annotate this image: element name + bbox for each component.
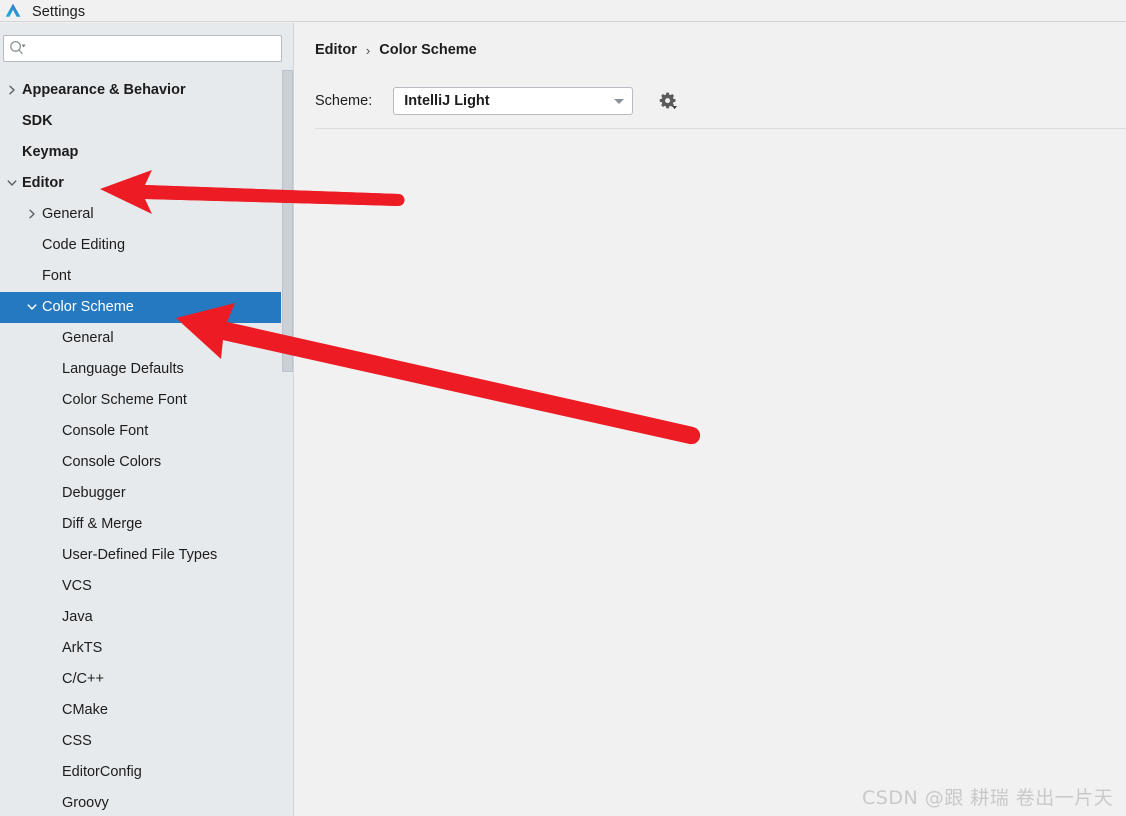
csdn-watermark: CSDN @跟 耕瑞 卷出一片天 <box>862 787 1114 809</box>
chevron-down-icon[interactable] <box>606 88 632 114</box>
search-input[interactable] <box>3 35 282 62</box>
sidebar-item-label: C/C++ <box>62 671 104 688</box>
sidebar-item-label: Appearance & Behavior <box>22 82 186 99</box>
sidebar-item-label: Code Editing <box>42 237 126 254</box>
sidebar-item-label: VCS <box>62 578 92 595</box>
scheme-settings-gear-button[interactable] <box>657 90 679 112</box>
sidebar-item-vcs[interactable]: VCS <box>0 571 293 602</box>
content-divider <box>315 128 1126 129</box>
sidebar-item-arkts[interactable]: ArkTS <box>0 633 293 664</box>
sidebar-item-color-scheme[interactable]: Color Scheme <box>0 292 293 323</box>
sidebar-item-debugger[interactable]: Debugger <box>0 478 293 509</box>
sidebar-scrollbar-thumb[interactable] <box>282 70 293 372</box>
sidebar-item-console-colors[interactable]: Console Colors <box>0 447 293 478</box>
sidebar-item-label: User-Defined File Types <box>62 547 218 564</box>
sidebar-item-sdk[interactable]: SDK <box>0 106 293 137</box>
settings-sidebar: Appearance & Behavior SDK Keymap Editor Gene… <box>0 23 294 816</box>
sidebar-item-label: Language Defaults <box>62 361 184 378</box>
sidebar-item-css[interactable]: CSS <box>0 726 293 757</box>
sidebar-item-user-defined-file-types[interactable]: User-Defined File Types <box>0 540 293 571</box>
sidebar-item-label: EditorConfig <box>62 764 142 781</box>
sidebar-item-label: Console Colors <box>62 454 162 471</box>
scheme-row: Scheme: IntelliJ Light <box>315 86 679 115</box>
sidebar-item-label: General <box>62 330 114 347</box>
sidebar-item-color-scheme-font[interactable]: Color Scheme Font <box>0 385 293 416</box>
sidebar-item-java[interactable]: Java <box>0 602 293 633</box>
sidebar-item-c-c[interactable]: C/C++ <box>0 664 293 695</box>
sidebar-item-cmake[interactable]: CMake <box>0 695 293 726</box>
sidebar-item-diff-merge[interactable]: Diff & Merge <box>0 509 293 540</box>
sidebar-item-label: Debugger <box>62 485 126 502</box>
sidebar-item-groovy[interactable]: Groovy <box>0 788 293 816</box>
sidebar-item-keymap[interactable]: Keymap <box>0 137 293 168</box>
chevron-down-icon[interactable] <box>6 177 20 191</box>
window-title: Settings <box>32 3 86 20</box>
breadcrumb-parent[interactable]: Editor <box>315 42 357 58</box>
sidebar-item-editorconfig[interactable]: EditorConfig <box>0 757 293 788</box>
sidebar-item-code-editing[interactable]: Code Editing <box>0 230 293 261</box>
sidebar-item-label: Color Scheme Font <box>62 392 187 409</box>
sidebar-search[interactable] <box>3 35 282 62</box>
title-bar: Settings <box>0 0 1126 22</box>
breadcrumb-current: Color Scheme <box>379 42 477 58</box>
settings-tree: Appearance & Behavior SDK Keymap Editor Gene… <box>0 75 293 816</box>
chevron-right-icon[interactable] <box>26 208 40 222</box>
sidebar-item-label: CMake <box>62 702 108 719</box>
sidebar-item-label: Editor <box>22 175 64 192</box>
sidebar-item-font[interactable]: Font <box>0 261 293 292</box>
sidebar-item-label: ArkTS <box>62 640 103 657</box>
scheme-selected-value: IntelliJ Light <box>404 92 490 109</box>
sidebar-item-label: Diff & Merge <box>62 516 143 533</box>
deveco-studio-logo-icon <box>4 2 22 20</box>
gear-icon <box>659 92 678 109</box>
sidebar-item-label: SDK <box>22 113 53 130</box>
breadcrumb-separator-icon: › <box>365 42 371 58</box>
sidebar-item-label: Console Font <box>62 423 149 440</box>
settings-window: Settings Appearance & Behavior SDK Keymap E… <box>0 0 1126 816</box>
chevron-right-icon[interactable] <box>6 84 20 98</box>
sidebar-item-label: Groovy <box>62 795 109 812</box>
breadcrumb: Editor › Color Scheme <box>315 42 477 58</box>
sidebar-item-label: CSS <box>62 733 92 750</box>
sidebar-item-appearance-behavior[interactable]: Appearance & Behavior <box>0 75 293 106</box>
sidebar-item-general[interactable]: General <box>0 323 293 354</box>
settings-content-panel: Editor › Color Scheme Scheme: IntelliJ L… <box>295 23 1126 816</box>
sidebar-item-label: Color Scheme <box>42 299 134 316</box>
sidebar-item-label: Java <box>62 609 93 626</box>
scheme-combobox[interactable]: IntelliJ Light <box>393 86 634 115</box>
sidebar-item-label: Font <box>42 268 72 285</box>
sidebar-item-label: General <box>42 206 94 223</box>
sidebar-item-language-defaults[interactable]: Language Defaults <box>0 354 293 385</box>
sidebar-item-label: Keymap <box>22 144 79 161</box>
scheme-label: Scheme: <box>315 92 373 109</box>
sidebar-item-console-font[interactable]: Console Font <box>0 416 293 447</box>
sidebar-item-editor[interactable]: Editor <box>0 168 293 199</box>
chevron-down-icon[interactable] <box>26 301 40 315</box>
sidebar-item-general[interactable]: General <box>0 199 293 230</box>
